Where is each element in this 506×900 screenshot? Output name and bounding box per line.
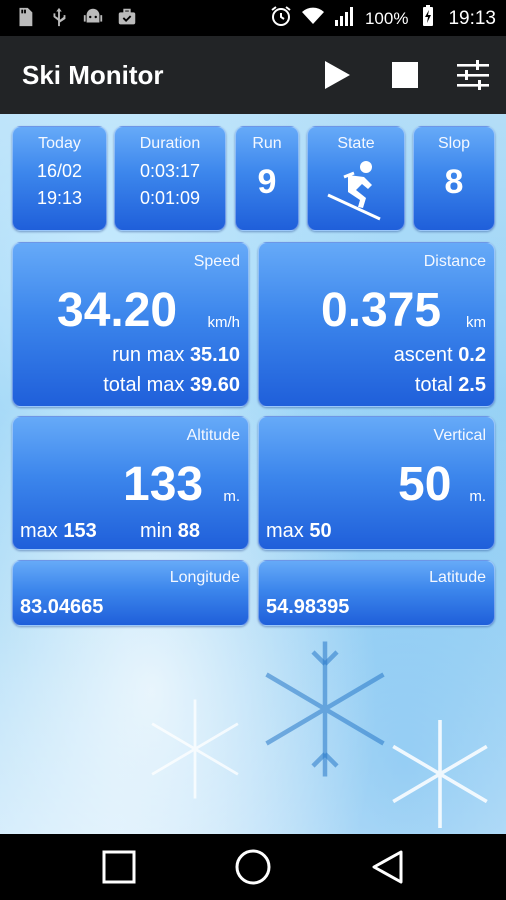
- altitude-max-label: max: [20, 520, 58, 542]
- home-circle-icon: [235, 849, 271, 885]
- today-date: 16/02: [36, 161, 83, 181]
- speed-card: Speed 34.20 km/h run max 35.10 total max…: [12, 242, 249, 407]
- alarm-icon: [269, 4, 293, 34]
- slop-label: Slop: [437, 135, 471, 152]
- vertical-max-label: max: [266, 520, 304, 542]
- speed-total-max-label: total max: [103, 374, 185, 396]
- altitude-max-value: 153: [63, 520, 97, 542]
- signal-icon: [333, 4, 357, 34]
- speed-run-max-label: run max: [112, 344, 185, 366]
- play-icon: [325, 61, 350, 89]
- speed-run-max-value: 35.10: [189, 344, 240, 366]
- back-triangle-icon: [372, 850, 403, 884]
- skier-icon: [327, 161, 381, 221]
- navigation-bar: [0, 834, 506, 900]
- android-debug-icon: [82, 6, 104, 33]
- vertical-max: max 50: [266, 520, 332, 543]
- speed-value: 34.20: [57, 284, 178, 337]
- run-card: Run 9: [235, 126, 299, 231]
- snowflake-background-icon: [151, 699, 239, 799]
- duration-run: 0:01:09: [139, 188, 201, 208]
- speed-total-max: total max 39.60: [103, 374, 240, 397]
- distance-value: 0.375: [321, 284, 442, 337]
- run-label: Run: [252, 135, 282, 152]
- altitude-min-value: 88: [177, 520, 201, 542]
- clock-time: 19:13: [448, 8, 496, 29]
- vertical-card: Vertical 50 m. max 50: [258, 416, 495, 550]
- altitude-max: max 153: [20, 520, 97, 543]
- vertical-unit: m.: [469, 488, 486, 505]
- vertical-max-value: 50: [309, 520, 332, 542]
- wifi-icon: [301, 4, 325, 34]
- speed-label: Speed: [193, 253, 240, 270]
- distance-total: total 2.5: [415, 374, 486, 397]
- battery-charging-icon: [416, 4, 440, 34]
- usb-icon: [48, 6, 70, 33]
- distance-card: Distance 0.375 km ascent 0.2 total 2.5: [258, 242, 495, 407]
- battery-percent: 100%: [364, 9, 409, 28]
- latitude-value: 54.98395: [266, 596, 350, 618]
- today-time: 19:13: [36, 188, 83, 208]
- distance-total-label: total: [414, 374, 453, 396]
- dashboard: Today 16/02 19:13 Duration 0:03:17 0:01:…: [0, 114, 506, 834]
- play-button[interactable]: [318, 56, 356, 94]
- distance-ascent: ascent 0.2: [394, 344, 486, 367]
- distance-label: Distance: [423, 253, 486, 270]
- stop-icon: [392, 62, 418, 88]
- system-status: 100% 19:13: [269, 4, 496, 34]
- longitude-label: Longitude: [169, 569, 240, 586]
- altitude-card: Altitude 133 m. max 153 min 88: [12, 416, 249, 550]
- settings-button[interactable]: [454, 56, 492, 94]
- app-bar: Ski Monitor: [0, 36, 506, 114]
- duration-label: Duration: [139, 135, 201, 152]
- back-button[interactable]: [368, 848, 406, 886]
- distance-total-value: 2.5: [458, 374, 486, 396]
- recents-button[interactable]: [100, 848, 138, 886]
- today-card: Today 16/02 19:13: [12, 126, 107, 231]
- app-title: Ski Monitor: [22, 60, 164, 90]
- longitude-value: 83.04665: [20, 596, 104, 618]
- altitude-unit: m.: [223, 488, 240, 505]
- briefcase-icon: [116, 6, 138, 33]
- distance-ascent-label: ascent: [393, 344, 453, 366]
- altitude-label: Altitude: [186, 427, 240, 444]
- notification-icons: [14, 6, 138, 33]
- slop-card: Slop 8: [413, 126, 495, 231]
- altitude-min-label: min: [140, 520, 173, 542]
- vertical-value: 50: [398, 458, 452, 511]
- snowflake-background-icon: [392, 720, 488, 828]
- home-button[interactable]: [234, 848, 272, 886]
- speed-run-max: run max 35.10: [112, 344, 240, 367]
- altitude-value: 133: [123, 458, 204, 511]
- run-value: 9: [257, 163, 277, 201]
- sd-card-icon: [14, 6, 36, 33]
- state-card: State: [307, 126, 405, 231]
- status-bar: 100% 19:13: [0, 0, 506, 36]
- state-label: State: [337, 135, 375, 152]
- altitude-min: min 88: [140, 520, 200, 543]
- longitude-card: Longitude 83.04665: [12, 560, 249, 626]
- stop-button[interactable]: [386, 56, 424, 94]
- speed-total-max-value: 39.60: [189, 374, 240, 396]
- speed-unit: km/h: [207, 314, 240, 331]
- vertical-label: Vertical: [433, 427, 486, 444]
- latitude-label: Latitude: [429, 569, 486, 586]
- distance-ascent-value: 0.2: [458, 344, 486, 366]
- snowflake-background-icon: [265, 641, 385, 777]
- recents-square-icon: [102, 850, 136, 884]
- slop-value: 8: [444, 163, 464, 201]
- duration-total: 0:03:17: [139, 161, 201, 181]
- latitude-card: Latitude 54.98395: [258, 560, 495, 626]
- distance-unit: km: [466, 314, 486, 331]
- settings-sliders-icon: [457, 60, 489, 90]
- today-label: Today: [38, 135, 81, 152]
- duration-card: Duration 0:03:17 0:01:09: [114, 126, 226, 231]
